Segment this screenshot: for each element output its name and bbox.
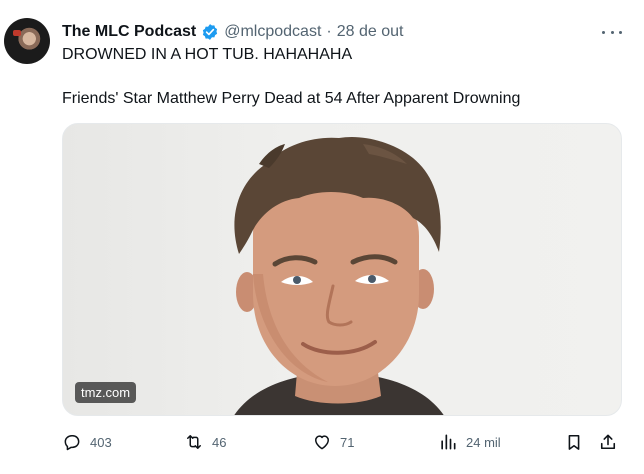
reply-count: 403	[90, 434, 112, 450]
tweet-header: The MLC Podcast @mlcpodcast · 28 de out	[62, 20, 403, 44]
bookmark-icon	[568, 434, 580, 450]
views-button[interactable]: 24 mil	[438, 430, 501, 454]
action-bar: 403 46 71 24 mil	[62, 430, 624, 454]
tweet-text-line-1: DROWNED IN A HOT TUB. HAHAHAHA	[62, 46, 353, 63]
repost-button[interactable]: 46	[184, 430, 226, 454]
header-separator: ·	[326, 23, 332, 40]
reply-icon	[64, 435, 80, 451]
share-icon	[600, 434, 616, 450]
avatar-logo-mark	[13, 30, 21, 36]
reply-button[interactable]: 403	[62, 430, 112, 454]
like-button[interactable]: 71	[312, 430, 354, 454]
tweet-text-line-2: Friends' Star Matthew Perry Dead at 54 A…	[62, 90, 521, 107]
author-handle[interactable]: @mlcpodcast	[224, 23, 321, 41]
views-count: 24 mil	[466, 434, 501, 450]
avatar[interactable]	[4, 18, 50, 64]
tweet-media-image[interactable]: tmz.com	[62, 123, 622, 416]
repost-icon	[187, 435, 201, 449]
tweet-card[interactable]: The MLC Podcast @mlcpodcast · 28 de out …	[0, 0, 644, 474]
like-count: 71	[340, 434, 355, 450]
views-icon	[441, 434, 456, 450]
share-button[interactable]	[598, 430, 618, 454]
tweet-date[interactable]: 28 de out	[337, 23, 404, 41]
more-options-icon[interactable]	[602, 22, 622, 42]
portrait-photo	[234, 136, 444, 415]
author-display-name[interactable]: The MLC Podcast	[62, 23, 196, 41]
verified-badge-icon	[203, 24, 218, 40]
heart-icon	[315, 435, 329, 450]
bookmark-button[interactable]	[564, 430, 584, 454]
media-source-badge: tmz.com	[75, 382, 137, 403]
repost-count: 46	[212, 434, 227, 450]
